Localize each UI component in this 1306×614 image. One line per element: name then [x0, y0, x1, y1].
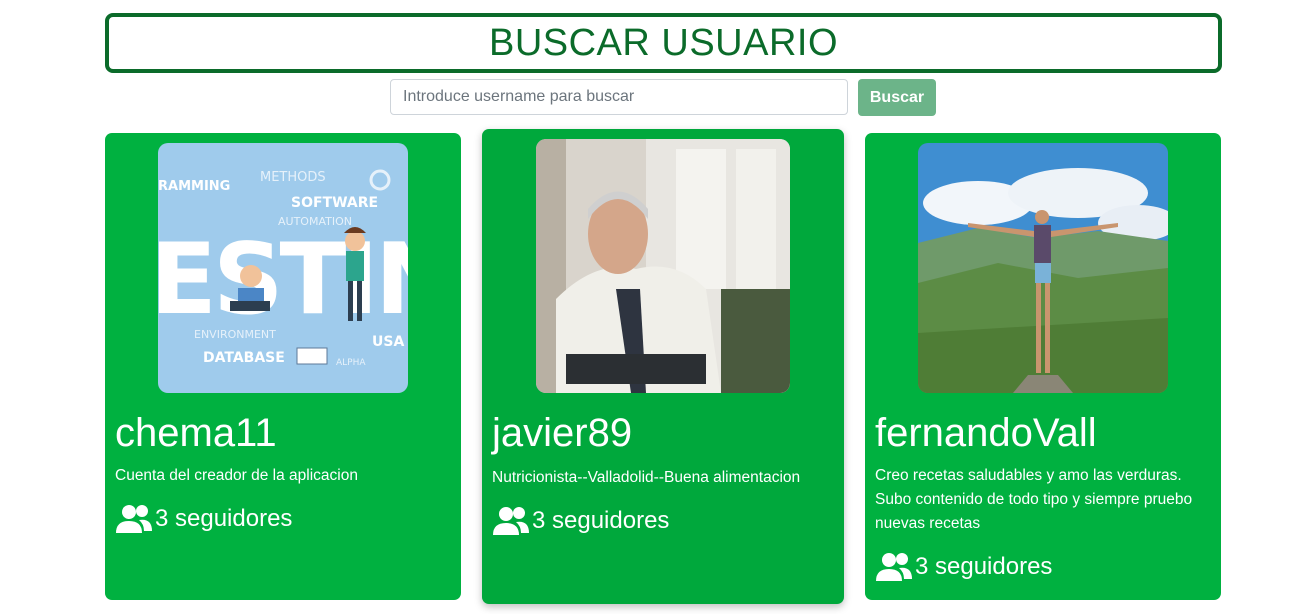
landscape-photo: [918, 143, 1168, 393]
avatar: [918, 143, 1168, 393]
testing-illustration: RAMMING METHODS SOFTWARE AUTOMATION ESTI…: [158, 143, 408, 393]
svg-text:METHODS: METHODS: [260, 170, 326, 185]
svg-text:ENVIRONMENT: ENVIRONMENT: [194, 328, 276, 341]
svg-text:DATABASE: DATABASE: [203, 350, 285, 366]
user-bio: Nutricionista--Valladolid--Buena aliment…: [492, 469, 801, 486]
user-bio: Creo recetas saludables y amo las verdur…: [875, 467, 1193, 532]
followers-text: 3 seguidores: [915, 553, 1053, 580]
avatar: [536, 139, 790, 393]
user-bio: Cuenta del creador de la aplicacion: [115, 467, 358, 484]
users-icon: [116, 505, 152, 533]
svg-text:RAMMING: RAMMING: [158, 179, 230, 194]
followers-text: 3 seguidores: [155, 505, 293, 532]
page-title-box: BUSCAR USUARIO: [105, 13, 1222, 73]
user-card-javier89[interactable]: javier89 Nutricionista--Valladolid--Buen…: [482, 129, 844, 604]
page-title: BUSCAR USUARIO: [488, 21, 839, 64]
svg-text:USA: USA: [372, 334, 404, 350]
user-card-fernandovall[interactable]: fernandoVall Creo recetas saludables y a…: [865, 133, 1221, 600]
followers-count: 3 seguidores: [875, 551, 1052, 583]
user-card-chema11[interactable]: RAMMING METHODS SOFTWARE AUTOMATION ESTI…: [105, 133, 461, 600]
svg-text:ALPHA: ALPHA: [336, 358, 366, 368]
users-icon: [876, 553, 912, 581]
username[interactable]: chema11: [115, 411, 277, 456]
avatar: RAMMING METHODS SOFTWARE AUTOMATION ESTI…: [158, 143, 408, 393]
search-input[interactable]: [390, 79, 848, 115]
search-button[interactable]: Buscar: [858, 79, 936, 116]
followers-text: 3 seguidores: [532, 507, 670, 534]
portrait-photo: [536, 139, 790, 393]
username[interactable]: javier89: [492, 411, 632, 456]
svg-text:ESTIN: ESTIN: [158, 223, 408, 337]
followers-count: 3 seguidores: [492, 505, 669, 537]
users-icon: [493, 507, 529, 535]
username[interactable]: fernandoVall: [875, 411, 1097, 456]
followers-count: 3 seguidores: [115, 503, 292, 535]
svg-text:SOFTWARE: SOFTWARE: [291, 195, 378, 211]
